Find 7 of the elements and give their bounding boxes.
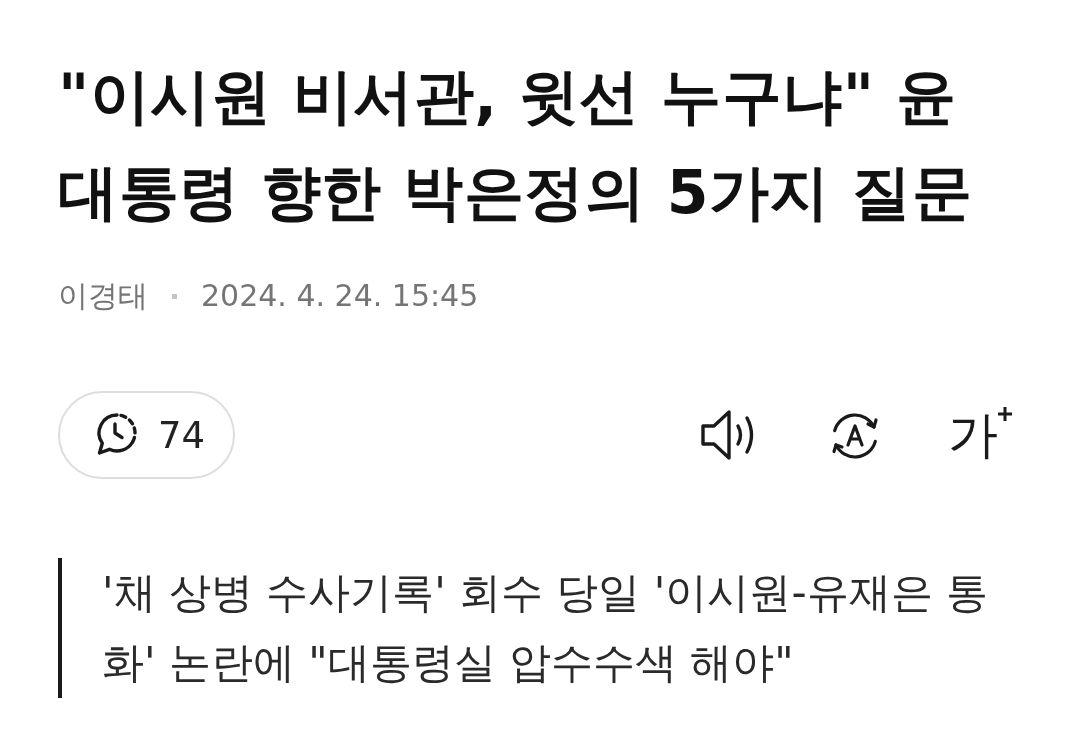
author-name: 이경태 xyxy=(58,277,148,315)
publish-date: 2024. 4. 24. 15:45 xyxy=(201,277,479,315)
font-size-button[interactable]: 가 xyxy=(948,407,1012,463)
article-summary: '채 상병 수사기록' 회수 당일 '이시원-유재은 통화' 논란에 "대통령실 압수수색 해야" xyxy=(58,558,1006,698)
comment-button[interactable]: 74 xyxy=(58,391,236,479)
plus-icon xyxy=(998,407,1012,421)
article-title: "이시원 비서관, 윗선 누구냐" 윤 대통령 향한 박은정의 5가지 질문 xyxy=(58,60,974,229)
